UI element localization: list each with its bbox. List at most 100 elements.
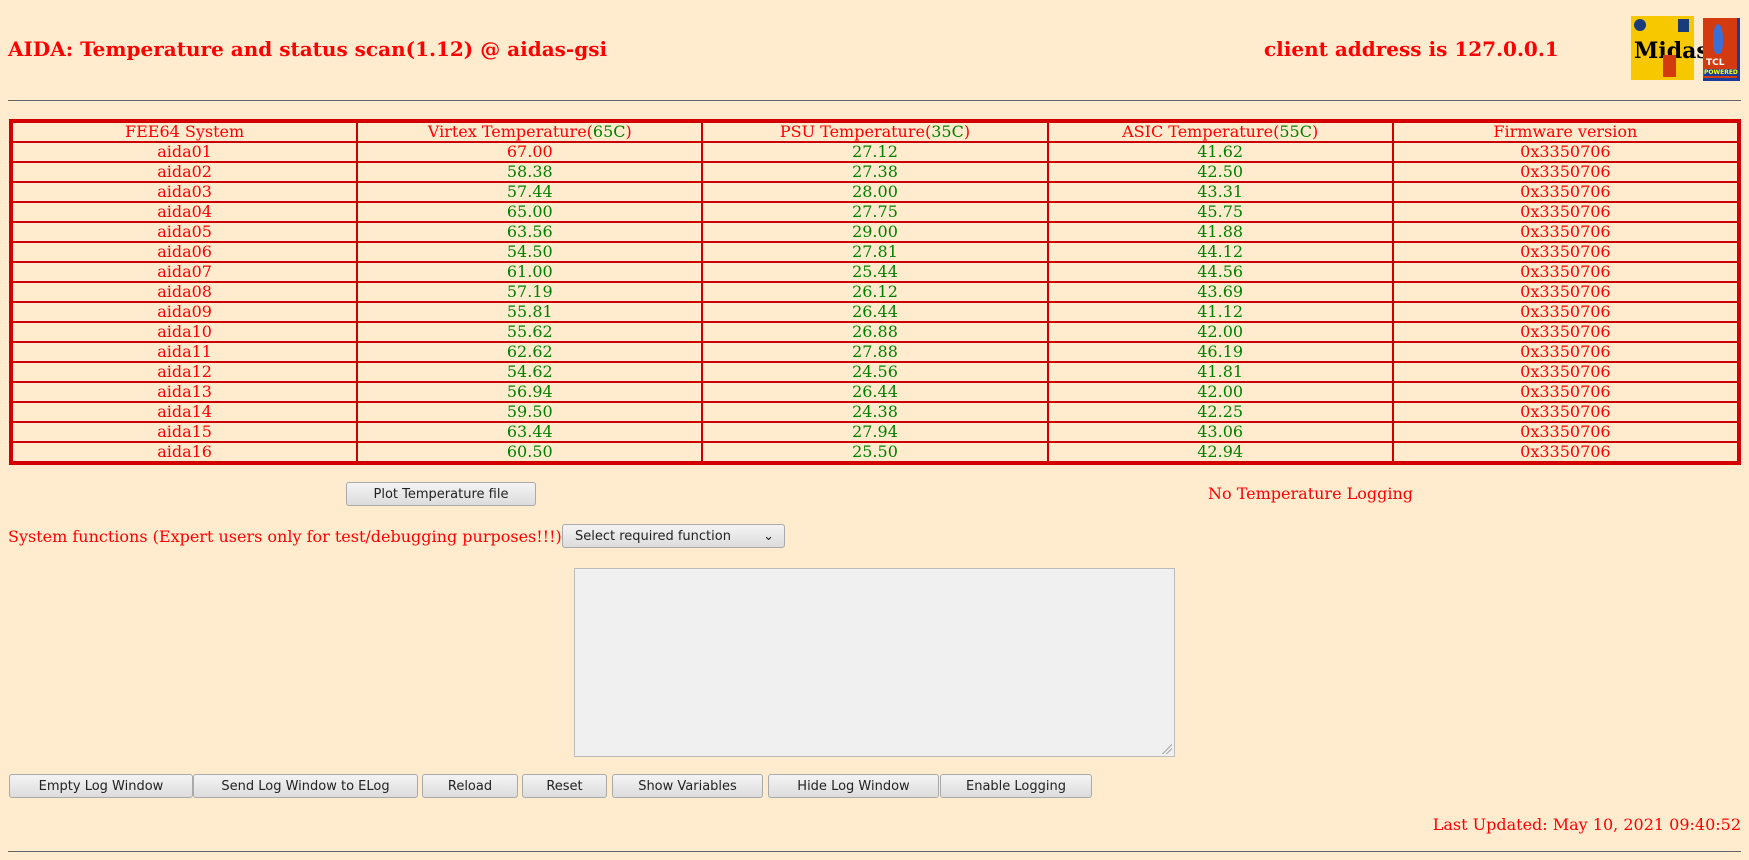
fw-cell: 0x3350706 — [1392, 182, 1738, 202]
tcl-powered-logo: TCL POWERED — [1703, 18, 1740, 81]
fw-cell: 0x3350706 — [1392, 362, 1738, 382]
virtex-cell: 57.44 — [357, 182, 703, 202]
table-row: aida06 54.50 27.81 44.12 0x3350706 — [12, 242, 1738, 262]
psu-cell: 26.44 — [702, 302, 1048, 322]
asic-cell: 43.06 — [1047, 422, 1393, 442]
virtex-cell: 67.00 — [357, 142, 703, 162]
table-row: aida12 54.62 24.56 41.81 0x3350706 — [12, 362, 1738, 382]
fw-cell: 0x3350706 — [1392, 222, 1738, 242]
virtex-cell: 54.62 — [357, 362, 703, 382]
psu-cell: 27.94 — [702, 422, 1048, 442]
reload-button[interactable]: Reload — [422, 774, 518, 798]
psu-cell: 27.12 — [702, 142, 1048, 162]
asic-cell: 43.69 — [1047, 282, 1393, 302]
table-row: aida04 65.00 27.75 45.75 0x3350706 — [12, 202, 1738, 222]
function-select-value: Select required function — [575, 529, 731, 544]
show-variables-button[interactable]: Show Variables — [612, 774, 763, 798]
resize-handle-icon[interactable] — [1162, 744, 1172, 754]
hide-log-window-button[interactable]: Hide Log Window — [768, 774, 939, 798]
system-cell: aida11 — [12, 342, 358, 362]
fw-cell: 0x3350706 — [1392, 242, 1738, 262]
psu-cell: 26.88 — [702, 322, 1048, 342]
fw-cell: 0x3350706 — [1392, 322, 1738, 342]
asic-cell: 46.19 — [1047, 342, 1393, 362]
fw-cell: 0x3350706 — [1392, 302, 1738, 322]
virtex-cell: 55.62 — [357, 322, 703, 342]
asic-cell: 42.25 — [1047, 402, 1393, 422]
enable-logging-button[interactable]: Enable Logging — [940, 774, 1092, 798]
column-header: PSU Temperature(35C) — [702, 122, 1048, 142]
client-address: client address is 127.0.0.1 — [1264, 37, 1559, 61]
system-cell: aida02 — [12, 162, 358, 182]
chevron-down-icon: ⌄ — [763, 529, 774, 544]
table-row: aida13 56.94 26.44 42.00 0x3350706 — [12, 382, 1738, 402]
system-cell: aida15 — [12, 422, 358, 442]
system-cell: aida01 — [12, 142, 358, 162]
asic-cell: 41.62 — [1047, 142, 1393, 162]
reset-button[interactable]: Reset — [522, 774, 607, 798]
system-cell: aida12 — [12, 362, 358, 382]
psu-cell: 25.50 — [702, 442, 1048, 462]
system-cell: aida05 — [12, 222, 358, 242]
psu-cell: 27.38 — [702, 162, 1048, 182]
column-header: FEE64 System — [12, 122, 358, 142]
fw-cell: 0x3350706 — [1392, 382, 1738, 402]
temperature-table: FEE64 System Virtex Temperature(65C) PSU T… — [9, 119, 1741, 465]
table-row: aida09 55.81 26.44 41.12 0x3350706 — [12, 302, 1738, 322]
table-row: aida01 67.00 27.12 41.62 0x3350706 — [12, 142, 1738, 162]
virtex-cell: 61.00 — [357, 262, 703, 282]
asic-cell: 44.56 — [1047, 262, 1393, 282]
virtex-cell: 56.94 — [357, 382, 703, 402]
asic-cell: 41.88 — [1047, 222, 1393, 242]
plot-temperature-file-button[interactable]: Plot Temperature file — [346, 482, 536, 506]
fw-cell: 0x3350706 — [1392, 202, 1738, 222]
virtex-cell: 54.50 — [357, 242, 703, 262]
fw-cell: 0x3350706 — [1392, 422, 1738, 442]
virtex-cell: 63.56 — [357, 222, 703, 242]
virtex-cell: 57.19 — [357, 282, 703, 302]
midas-logo: Midas — [1631, 16, 1709, 80]
system-cell: aida10 — [12, 322, 358, 342]
table-row: aida15 63.44 27.94 43.06 0x3350706 — [12, 422, 1738, 442]
table-row: aida02 58.38 27.38 42.50 0x3350706 — [12, 162, 1738, 182]
system-cell: aida08 — [12, 282, 358, 302]
temperature-limit: 35C — [931, 122, 964, 141]
system-cell: aida07 — [12, 262, 358, 282]
empty-log-window-button[interactable]: Empty Log Window — [9, 774, 193, 798]
virtex-cell: 65.00 — [357, 202, 703, 222]
asic-cell: 42.00 — [1047, 382, 1393, 402]
fw-cell: 0x3350706 — [1392, 162, 1738, 182]
function-select[interactable]: Select required function ⌄ — [562, 524, 785, 548]
asic-cell: 44.12 — [1047, 242, 1393, 262]
system-cell: aida14 — [12, 402, 358, 422]
temperature-limit: 65C — [592, 122, 626, 141]
table-row: aida07 61.00 25.44 44.56 0x3350706 — [12, 262, 1738, 282]
table-row: aida03 57.44 28.00 43.31 0x3350706 — [12, 182, 1738, 202]
psu-cell: 26.12 — [702, 282, 1048, 302]
last-updated: Last Updated: May 10, 2021 09:40:52 — [1432, 815, 1741, 834]
asic-cell: 41.12 — [1047, 302, 1393, 322]
virtex-cell: 58.38 — [357, 162, 703, 182]
log-window-textarea[interactable] — [574, 568, 1175, 757]
system-cell: aida16 — [12, 442, 358, 462]
page-title: AIDA: Temperature and status scan(1.12) … — [8, 37, 608, 61]
asic-cell: 42.00 — [1047, 322, 1393, 342]
system-cell: aida04 — [12, 202, 358, 222]
fw-cell: 0x3350706 — [1392, 262, 1738, 282]
fw-cell: 0x3350706 — [1392, 282, 1738, 302]
temperature-limit: 55C — [1279, 122, 1312, 141]
column-header: Firmware version — [1392, 122, 1738, 142]
virtex-cell: 55.81 — [357, 302, 703, 322]
send-log-window-to-elog-button[interactable]: Send Log Window to ELog — [193, 774, 418, 798]
divider — [8, 851, 1741, 852]
psu-cell: 27.88 — [702, 342, 1048, 362]
logging-status: No Temperature Logging — [1208, 484, 1414, 503]
psu-cell: 28.00 — [702, 182, 1048, 202]
psu-cell: 29.00 — [702, 222, 1048, 242]
virtex-cell: 62.62 — [357, 342, 703, 362]
psu-cell: 24.38 — [702, 402, 1048, 422]
asic-cell: 43.31 — [1047, 182, 1393, 202]
asic-cell: 41.81 — [1047, 362, 1393, 382]
psu-cell: 26.44 — [702, 382, 1048, 402]
column-header: Virtex Temperature(65C) — [357, 122, 703, 142]
